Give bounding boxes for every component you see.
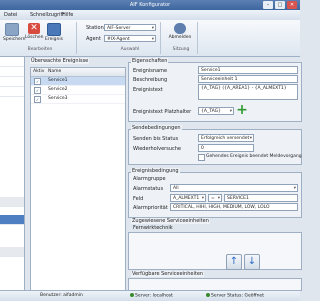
assigned-units-list [128,232,302,270]
placeholder-label: Ereignistext Platzhalter [133,109,192,115]
col-active[interactable]: Aktiv [33,69,44,74]
field-condition-input[interactable]: SERVICE1 [224,194,298,202]
station-label: Station [86,25,104,31]
nav-item-selected[interactable] [0,215,24,225]
session-group-label: Sitzung [172,47,190,52]
menu-datei[interactable]: Datei [4,12,17,18]
operator-select[interactable]: = [208,194,222,202]
save-button[interactable]: Speichern [3,23,26,42]
row-name: Service2 [48,87,68,92]
delete-icon: ✕ [28,23,40,34]
name-label: Ereignisname [133,68,168,74]
save-label: Speichern [3,37,26,42]
server-state-icon [206,293,210,297]
minimize-button[interactable]: – [263,1,273,9]
title-bar: AIF Konfigurator – □ ✕ [0,0,300,10]
add-placeholder-button[interactable]: + [236,103,248,117]
available-units-title: Verfügbare Serviceeinheiten [131,271,205,277]
move-down-button[interactable]: ↓ [244,254,260,270]
menu-schnellzugriff[interactable]: Schnellzugriff [30,12,64,18]
logout-label: Abmelden [168,35,192,40]
status-server: Server: localhost [130,293,173,299]
menu-hilfe[interactable]: Hilfe [62,12,73,18]
events-icon [47,23,61,36]
description-label: Beschreibung [133,77,168,83]
description-input[interactable]: Serviceeinheit 1 [198,75,298,83]
retry-label: Wiederholversuche [133,146,181,152]
properties-title: Eigenschaften [131,58,169,64]
window-controls: – □ ✕ [263,1,297,9]
event-text-label: Ereignistext [133,87,163,93]
nav-item[interactable] [0,247,24,257]
arrow-down-icon: ↓ [247,256,257,267]
alarm-priority-input[interactable]: CRITICAL, HIHI, HIGH, MEDIUM, LOW, LOLO [170,203,298,211]
nav-item[interactable] [0,67,24,77]
events-table-header: Aktiv Name [31,68,125,77]
alarm-status-select[interactable]: All [170,184,298,192]
table-row[interactable]: ✓ Service3 [31,95,125,104]
select-group-label: Auswahl [120,47,140,52]
ribbon-separator [197,22,198,54]
delete-label: Löschen [25,35,44,40]
row-name: Service1 [48,78,68,83]
events-table: Aktiv Name ✓ Service1 ✓ Service2 ✓ Servi… [30,67,126,292]
active-checkbox[interactable]: ✓ [34,96,41,103]
table-row[interactable]: ✓ Service1 [31,77,125,86]
window-title: AIF Konfigurator [129,2,171,8]
alarm-status-label: Alarmstatus [133,186,164,192]
send-conditions-title: Sendebedingungen [131,125,182,131]
active-checkbox[interactable]: ✓ [34,87,41,94]
left-navigation [0,57,25,290]
station-select[interactable]: AIF-Server [104,24,156,32]
send-until-label: Senden bis Status [133,136,179,142]
table-row[interactable]: ✓ Service2 [31,86,125,95]
nav-item[interactable] [0,77,24,87]
name-input[interactable]: Service1 [198,66,298,74]
logout-button[interactable]: Abmelden [168,23,192,40]
event-text-input[interactable]: {A_TAG} ({A_AREA1} - {A_ALMEXT1} [198,84,298,100]
row-name: Service3 [48,96,68,101]
end-event-label: Gehendes Ereignis beendet Meldevorgang [206,154,302,159]
alarm-group-label: Alarmgruppe [133,176,166,182]
active-checkbox[interactable]: ✓ [34,78,41,85]
close-button[interactable]: ✕ [287,1,297,9]
retry-input[interactable]: 0 [198,144,254,152]
nav-item[interactable] [0,57,24,67]
nav-item[interactable] [0,197,24,207]
edit-group-label: Bearbeiten [27,47,53,52]
save-icon [5,23,19,36]
assigned-units-title: Zugewiesene Serviceeinheiten [131,218,210,224]
nav-item[interactable] [0,87,24,97]
maximize-button[interactable]: □ [275,1,285,9]
events-title: Überwachte Ereignisse [30,58,90,64]
field-select[interactable]: A_ALMEXT1 [170,194,206,202]
end-event-checkbox[interactable] [198,154,205,161]
status-server-state: Server Status: Geöffnet [206,293,264,299]
ribbon-separator [76,22,77,54]
server-status-icon [130,293,134,297]
arrow-up-icon: ↑ [229,256,239,267]
col-name[interactable]: Name [48,69,61,74]
logout-icon [174,23,186,34]
agent-select[interactable]: #IX-Agent [104,35,156,43]
placeholder-select[interactable]: {A_TAG} [198,107,234,115]
event-condition-title: Ereignisbedingung [131,168,180,174]
field-label: Feld [133,196,144,202]
ribbon-separator [160,22,161,54]
send-until-select[interactable]: Erfolgreich versendet [198,134,254,142]
alarm-priority-label: Alarmpriorität [133,205,168,211]
move-up-button[interactable]: ↑ [226,254,242,270]
assigned-unit-item[interactable]: Fernwirktechnik [133,225,173,231]
ribbon: Speichern ✕ Löschen Ereignis Bearbeiten … [0,20,300,57]
events-button[interactable]: Ereignis [45,23,63,42]
events-label: Ereignis [45,37,63,42]
status-user: Benutzer: aifadmin [40,293,83,298]
delete-button[interactable]: ✕ Löschen [25,23,43,40]
agent-label: Agent [86,36,101,42]
status-bar: Benutzer: aifadmin Server: localhost Ser… [0,290,300,301]
